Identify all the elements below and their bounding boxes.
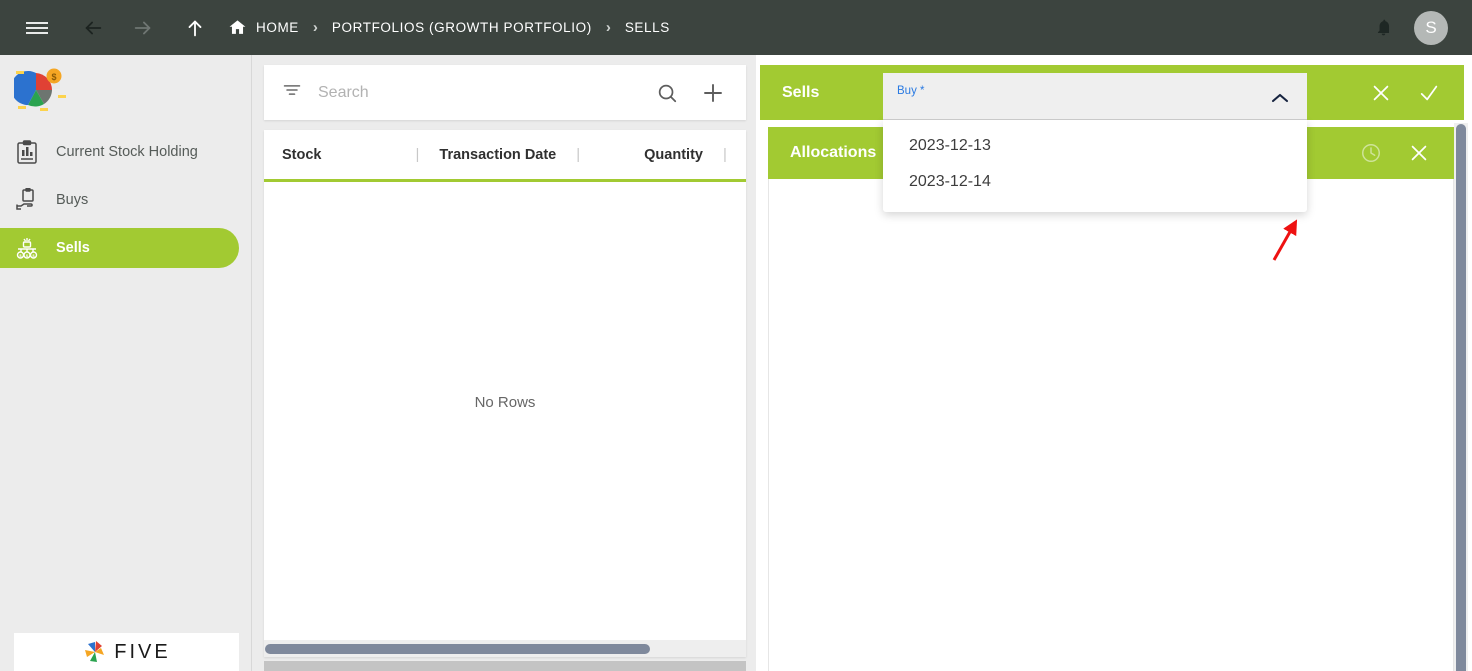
- breadcrumb-item-sells[interactable]: SELLS: [625, 20, 670, 35]
- hand-clipboard-icon: [14, 187, 40, 213]
- app-root: HOME › PORTFOLIOS (GROWTH PORTFOLIO) › S…: [0, 0, 1472, 671]
- breadcrumb-separator: ›: [312, 19, 318, 36]
- sidebar-item-label: Current Stock Holding: [56, 144, 198, 160]
- close-icon[interactable]: [1368, 80, 1394, 106]
- allocations-vertical-scrollbar-thumb[interactable]: [1456, 124, 1466, 671]
- five-star-icon: [85, 641, 105, 662]
- chevron-up-icon[interactable]: [1269, 91, 1291, 110]
- transactions-grid: Stock | Transaction Date | Quantity | No…: [264, 130, 746, 657]
- grid-header-row: Stock | Transaction Date | Quantity |: [264, 130, 746, 182]
- buy-field-label: Buy *: [897, 85, 925, 97]
- avatar-initial: S: [1425, 17, 1437, 37]
- buy-select-field[interactable]: Buy *: [883, 73, 1307, 120]
- breadcrumb-separator: ›: [605, 19, 611, 36]
- column-divider[interactable]: |: [574, 146, 582, 163]
- column-header-transaction-date[interactable]: Transaction Date: [439, 130, 556, 179]
- sidebar-nav: Current Stock Holding Buys $ $ $ Sells: [0, 132, 251, 268]
- allocations-panel-actions: [1358, 140, 1432, 166]
- filter-icon[interactable]: [282, 80, 302, 105]
- breadcrumb-label-home: HOME: [256, 20, 299, 35]
- grid-horizontal-scrollbar[interactable]: [264, 640, 746, 657]
- five-brand-logo: FIVE: [14, 633, 239, 671]
- search-icon[interactable]: [652, 78, 682, 108]
- buy-option-item[interactable]: 2023-12-14: [883, 164, 1307, 200]
- search-bar: [264, 65, 746, 120]
- avatar[interactable]: S: [1414, 10, 1448, 45]
- column-header-quantity[interactable]: Quantity: [644, 130, 703, 179]
- sidebar: $ Current Stock Holding Buys $ $ $ Sells…: [0, 55, 252, 671]
- topbar-actions: S: [1364, 9, 1448, 47]
- svg-text:$: $: [51, 72, 56, 82]
- sells-panel-actions: [1368, 80, 1442, 106]
- five-logo-text: FIVE: [114, 640, 171, 663]
- hand-coins-icon: $ $ $: [14, 235, 40, 261]
- column-header-stock[interactable]: Stock: [282, 130, 322, 179]
- sidebar-item-current-stock-holding[interactable]: Current Stock Holding: [0, 132, 239, 172]
- sells-panel-title: Sells: [782, 83, 820, 101]
- bell-icon[interactable]: [1364, 9, 1402, 47]
- list-panel: Stock | Transaction Date | Quantity | No…: [252, 55, 756, 671]
- buy-options-list: 2023-12-13 2023-12-14: [883, 120, 1307, 212]
- search-input[interactable]: [318, 83, 652, 102]
- breadcrumb-item-home[interactable]: HOME: [228, 18, 299, 37]
- top-navigation-bar: HOME › PORTFOLIOS (GROWTH PORTFOLIO) › S…: [0, 0, 1472, 55]
- allocations-panel-body: [768, 179, 1454, 671]
- grid-horizontal-scrollbar-thumb[interactable]: [265, 644, 650, 654]
- check-icon[interactable]: [1416, 80, 1442, 106]
- no-rows-text: No Rows: [474, 393, 536, 411]
- column-divider[interactable]: |: [414, 146, 422, 163]
- sidebar-item-buys[interactable]: Buys: [0, 180, 239, 220]
- clock-history-icon[interactable]: [1358, 140, 1384, 166]
- arrow-up-icon[interactable]: [176, 9, 214, 47]
- arrow-left-icon[interactable]: [74, 9, 112, 47]
- grid-footer-area: [264, 661, 746, 671]
- breadcrumb-item-portfolios[interactable]: PORTFOLIOS (GROWTH PORTFOLIO): [332, 20, 592, 35]
- close-icon[interactable]: [1406, 140, 1432, 166]
- sidebar-item-sells[interactable]: $ $ $ Sells: [0, 228, 239, 268]
- home-icon: [229, 20, 246, 34]
- allocations-vertical-scrollbar[interactable]: [1454, 123, 1468, 671]
- plus-icon[interactable]: [698, 78, 728, 108]
- allocations-panel-title: Allocations: [790, 144, 877, 161]
- sidebar-item-label: Buys: [56, 192, 89, 208]
- clipboard-chart-icon: [14, 139, 40, 165]
- hamburger-icon[interactable]: [18, 9, 56, 47]
- arrow-right-icon[interactable]: [124, 9, 162, 47]
- buy-field-wrapper: Buy * 2023-12-13 2023-12-14: [883, 73, 1307, 212]
- pie-chart-coin-logo: $: [0, 55, 251, 128]
- sidebar-item-label: Sells: [56, 240, 90, 256]
- grid-empty-state: No Rows: [264, 182, 746, 622]
- column-divider[interactable]: |: [721, 146, 729, 163]
- buy-option-item[interactable]: 2023-12-13: [883, 128, 1307, 164]
